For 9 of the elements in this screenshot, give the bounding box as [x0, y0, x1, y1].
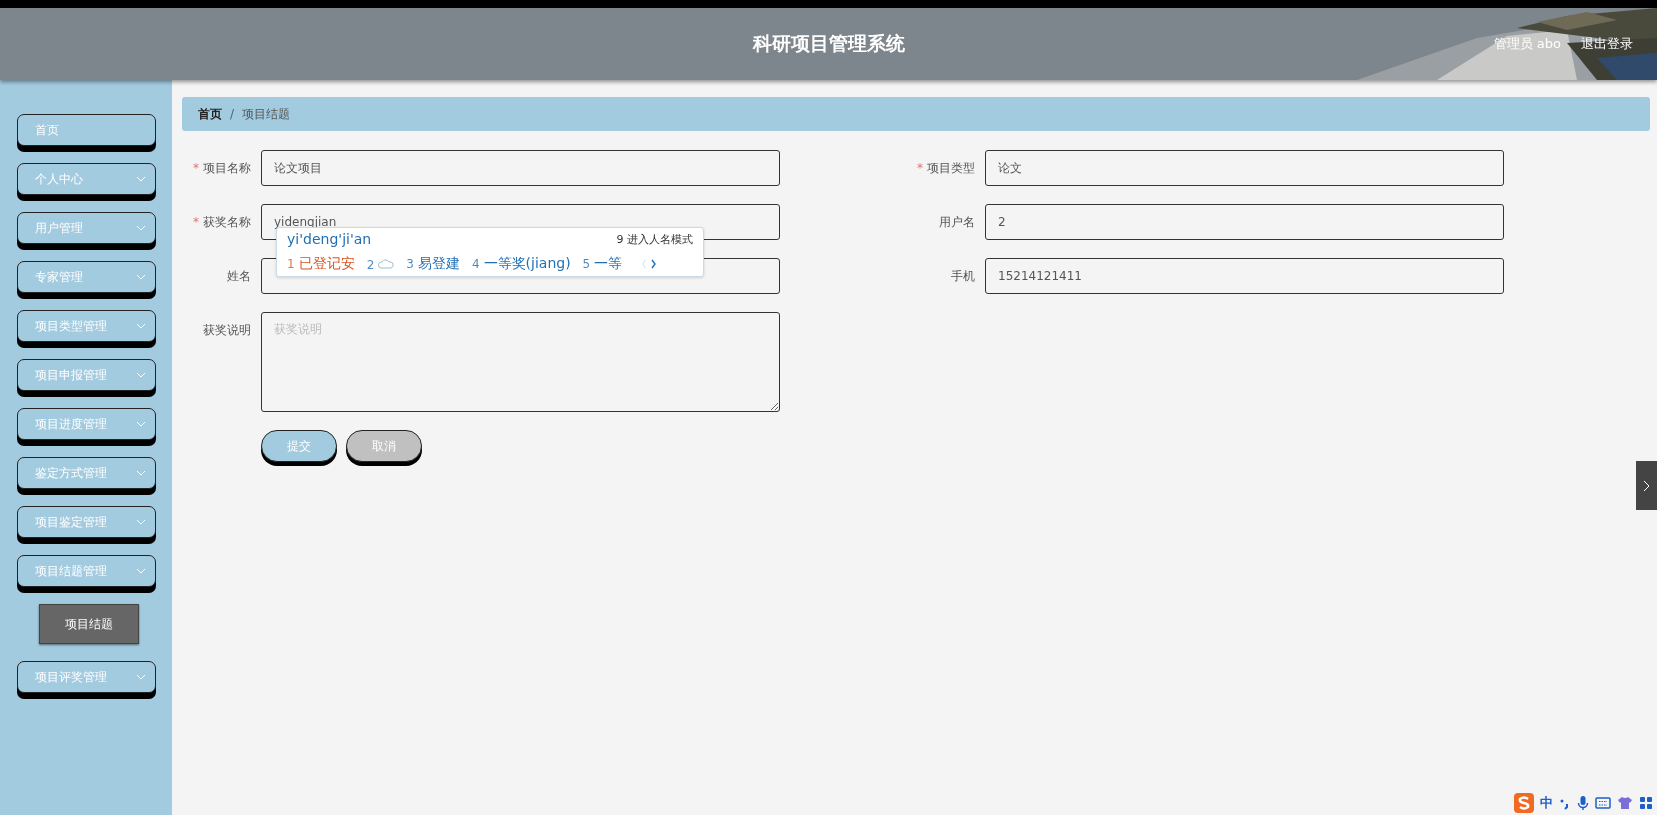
- field-label: 获奖说明: [202, 322, 252, 339]
- field-label: * 项目名称: [192, 160, 252, 177]
- field-label: 手机: [950, 268, 976, 285]
- field-label: * 获奖名称: [192, 214, 252, 231]
- field-label: 姓名: [226, 268, 252, 285]
- breadcrumb-separator: /: [230, 107, 235, 121]
- app-title: 科研项目管理系统: [752, 31, 905, 56]
- field-label: 用户名: [938, 214, 976, 231]
- field-label: * 项目类型: [916, 160, 976, 177]
